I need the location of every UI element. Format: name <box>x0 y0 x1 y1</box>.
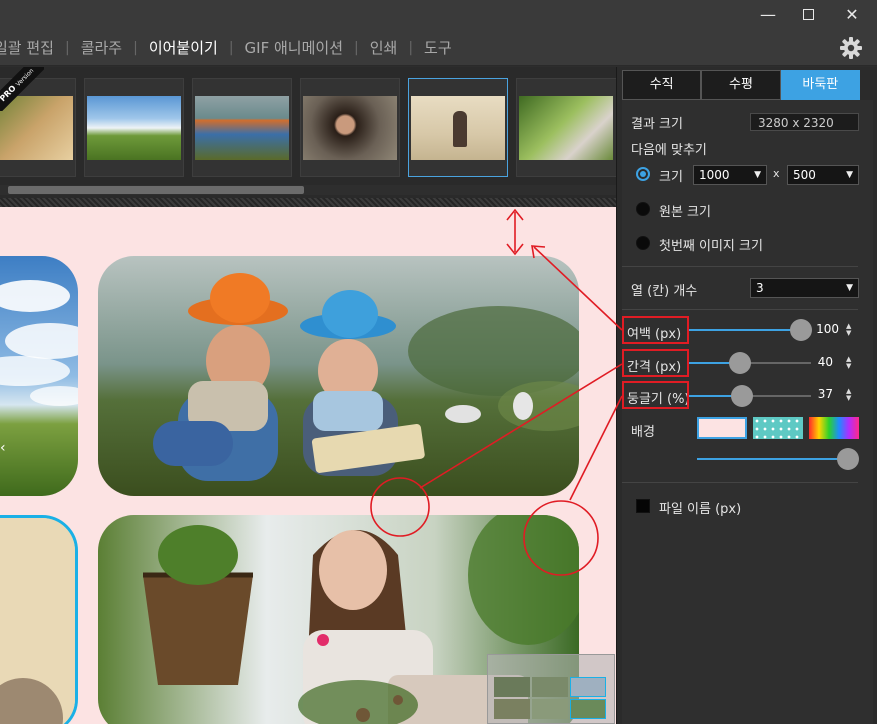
panel-body <box>622 100 873 724</box>
annotation-box <box>622 316 689 344</box>
fit-label: 다음에 맞추기 <box>631 143 707 158</box>
title-bar: — ✕ <box>0 0 877 30</box>
menu-separator: | <box>408 39 414 56</box>
spacing-value: 40 <box>817 355 833 369</box>
thumbnail-image <box>195 96 289 160</box>
tab-horizontal[interactable]: 수평 <box>701 70 781 100</box>
mini-thumb <box>494 677 530 697</box>
margin-spinner[interactable]: ▲ ▼ <box>846 323 851 337</box>
menu-collage[interactable]: 콜라주 <box>81 37 122 58</box>
columns-dropdown[interactable]: 3 ▼ <box>750 278 859 298</box>
menu-tools[interactable]: 도구 <box>424 37 452 58</box>
thumbnail-figure <box>453 111 467 147</box>
mini-thumb <box>532 677 568 697</box>
width-dropdown[interactable]: 1000 ▼ <box>693 165 767 185</box>
result-size-value: 3280 x 2320 <box>750 113 859 131</box>
thumbnail-strip: PRO Version <box>0 67 618 199</box>
thumbnail-woman-portrait[interactable] <box>300 78 400 177</box>
slider-knob[interactable] <box>790 319 812 341</box>
background-gradient-swatch[interactable] <box>809 417 859 439</box>
menu-gif-animation[interactable]: GIF 애니메이션 <box>245 37 343 58</box>
size-times: x <box>773 167 780 180</box>
first-image-size-radio[interactable] <box>636 236 650 250</box>
maximize-button[interactable] <box>785 0 831 30</box>
filename-label: 파일 이름 (px) <box>659 502 742 517</box>
background-label: 배경 <box>631 425 655 440</box>
first-image-size-label: 첫번째 이미지 크기 <box>659 239 763 254</box>
thumbnail-girl-with-flowers[interactable] <box>516 78 618 177</box>
thumbnail-image <box>87 96 181 160</box>
settings-panel: 수직 수평 바둑판 결과 크기 3280 x 2320 다음에 맞추기 크기 1… <box>616 67 877 724</box>
menu-separator: | <box>354 39 359 56</box>
tab-vertical[interactable]: 수직 <box>622 70 702 100</box>
preview-canvas: ‹ <box>0 207 616 724</box>
result-size-label: 결과 크기 <box>631 117 683 132</box>
original-size-radio[interactable] <box>636 202 650 216</box>
menu-batch-edit[interactable]: 일괄 편집 <box>0 37 54 58</box>
chevron-down-icon: ▼ <box>846 283 853 293</box>
background-color-swatch[interactable] <box>697 417 747 439</box>
filename-checkbox[interactable] <box>636 499 650 513</box>
tile-image <box>98 256 579 496</box>
spacing-spinner[interactable]: ▲ ▼ <box>846 356 851 370</box>
slider-fill <box>697 458 847 460</box>
close-button[interactable]: ✕ <box>829 0 875 30</box>
annotation-box <box>622 381 689 409</box>
height-value: 500 <box>793 168 816 182</box>
tile-image <box>0 518 75 724</box>
thumbnail-bicycle-field[interactable] <box>84 78 184 177</box>
menu-separator: | <box>133 39 138 56</box>
mini-thumb <box>570 677 606 697</box>
slider-fill <box>689 329 801 331</box>
thumbnail-two-kids-grass[interactable] <box>192 78 292 177</box>
columns-label: 열 (칸) 개수 <box>631 284 698 299</box>
size-radio[interactable] <box>636 167 650 181</box>
mini-thumb <box>494 699 530 719</box>
slider-knob[interactable] <box>731 385 753 407</box>
chevron-down-icon: ▼ <box>846 170 853 180</box>
tile-two-kids-grass[interactable] <box>98 256 579 496</box>
chevron-down-icon: ▼ <box>754 170 761 180</box>
previous-arrow-icon[interactable]: ‹ <box>0 440 10 456</box>
mini-thumb <box>532 699 568 719</box>
pro-version-badge: PRO Version <box>0 67 44 111</box>
thumbnail-image <box>303 96 397 160</box>
menu-separator: | <box>228 39 234 56</box>
minimize-icon: — <box>760 5 776 24</box>
size-option-label: 크기 <box>659 170 683 185</box>
tile-image <box>0 256 78 496</box>
slider-knob[interactable] <box>729 352 751 374</box>
margin-value: 100 <box>816 322 839 336</box>
maximize-icon <box>802 8 814 20</box>
slider-knob[interactable] <box>837 448 859 470</box>
height-dropdown[interactable]: 500 ▼ <box>787 165 859 185</box>
strip-scrollbar-thumb[interactable] <box>8 186 304 194</box>
divider <box>622 309 858 310</box>
thumbnail-boy-on-beach[interactable] <box>408 78 508 177</box>
strip-scrollbar[interactable] <box>0 185 616 195</box>
columns-value: 3 <box>756 281 764 295</box>
menu-combine[interactable]: 이어붙이기 <box>149 37 218 58</box>
original-size-label: 원본 크기 <box>659 205 711 220</box>
thumbnail-image <box>519 96 613 160</box>
tile-boy-on-beach[interactable] <box>0 515 78 724</box>
divider-hatch <box>0 198 616 207</box>
tab-grid[interactable]: 바둑판 <box>780 70 860 100</box>
close-icon: ✕ <box>845 5 859 24</box>
background-pattern-swatch[interactable] <box>753 417 803 439</box>
width-value: 1000 <box>699 168 730 182</box>
mini-thumb <box>570 699 606 719</box>
divider <box>622 482 858 483</box>
mini-navigator[interactable] <box>487 654 615 724</box>
menu-separator: | <box>64 39 70 56</box>
tile-bicycle-field[interactable] <box>0 256 78 496</box>
annotation-box <box>622 349 689 377</box>
roundness-spinner[interactable]: ▲ ▼ <box>846 388 851 402</box>
gear-icon[interactable] <box>839 36 863 60</box>
divider <box>622 266 858 267</box>
layout-tabs: 수직 수평 바둑판 <box>622 70 860 100</box>
roundness-value: 37 <box>817 387 833 401</box>
menu-bar: 일괄 편집 | 콜라주 | 이어붙이기 | GIF 애니메이션 | 인쇄 | 도… <box>0 30 877 66</box>
menu-print[interactable]: 인쇄 <box>370 37 398 58</box>
